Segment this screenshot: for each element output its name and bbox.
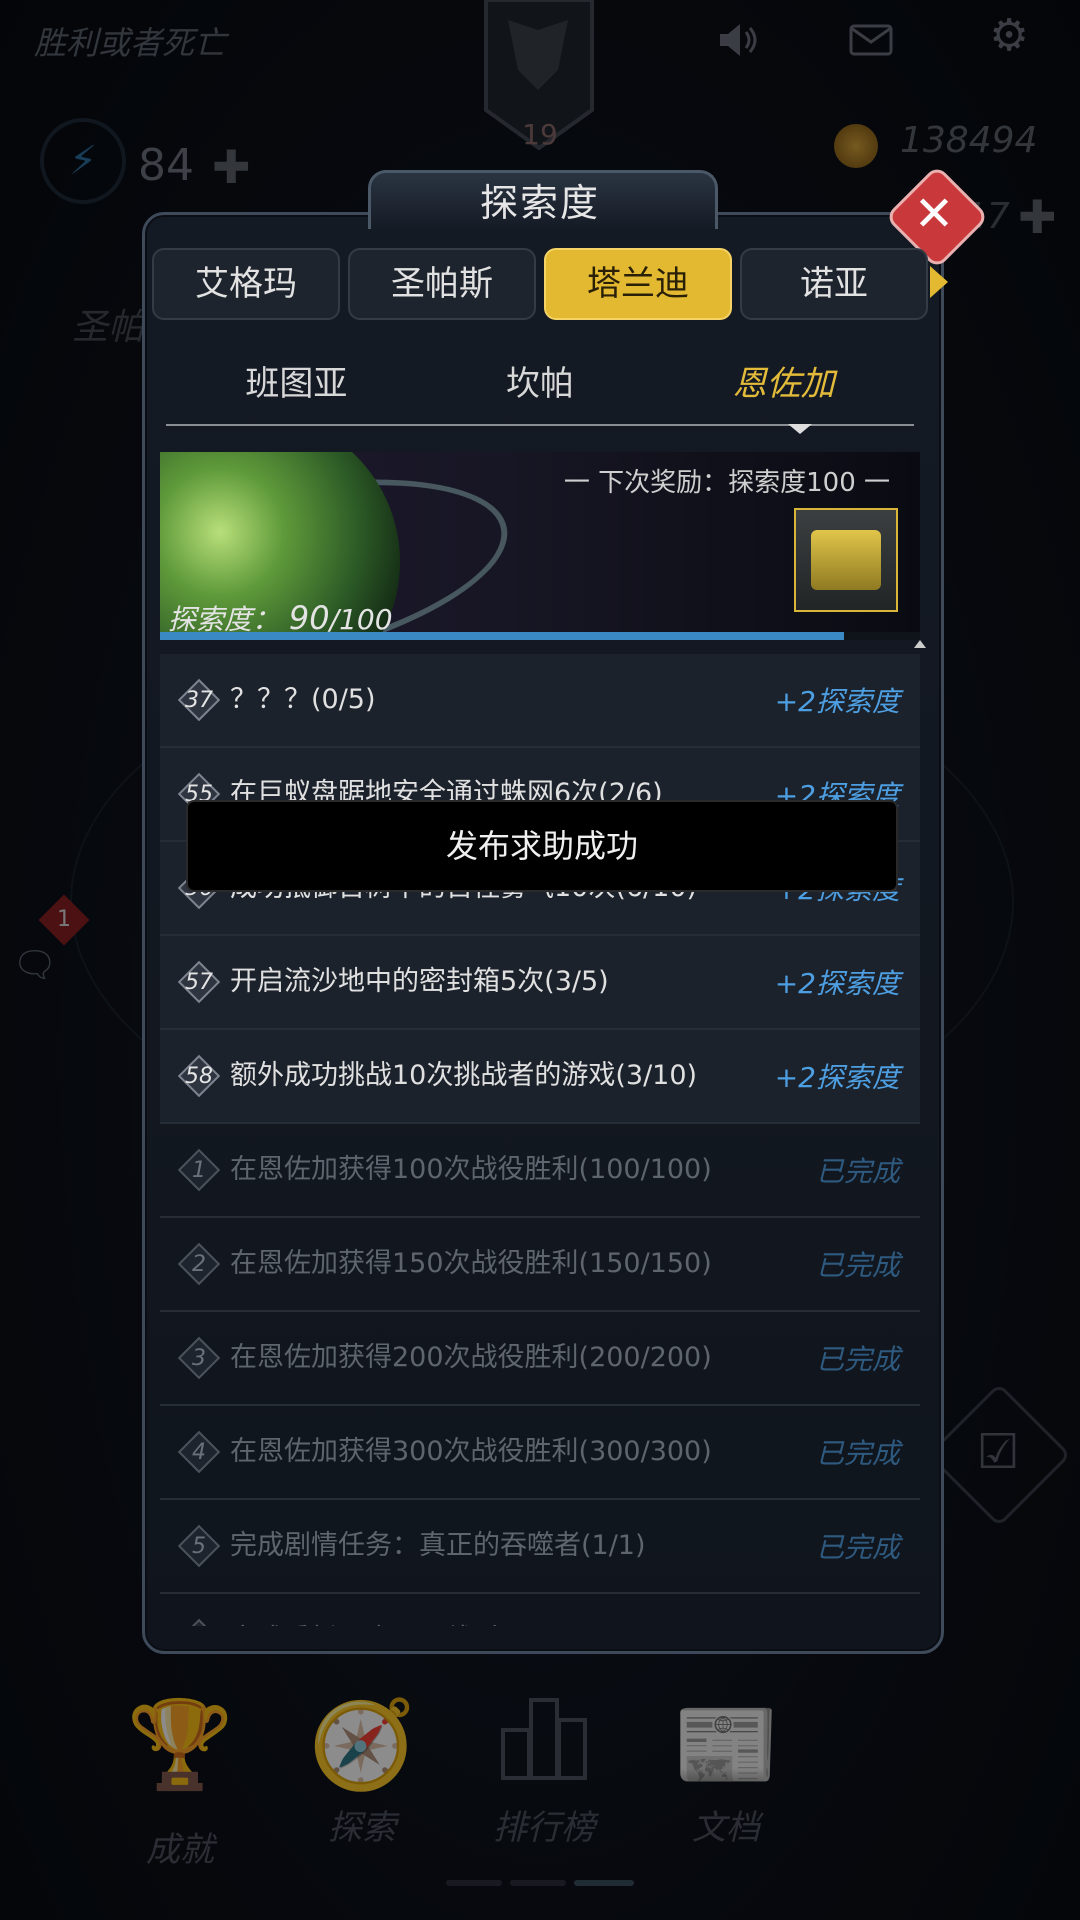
task-description: 开启流沙地中的密封箱5次(3/5) bbox=[230, 966, 609, 997]
tab-region-4[interactable]: 诺亚 bbox=[740, 248, 928, 320]
task-row[interactable]: 3 在恩佐加获得200次战役胜利(200/200) 已完成 bbox=[160, 1312, 920, 1406]
task-number-badge: 57 bbox=[174, 964, 224, 1000]
task-number-badge: 58 bbox=[174, 1058, 224, 1094]
task-number: 1 bbox=[192, 1157, 206, 1183]
task-row[interactable]: 5 完成剧情任务：真正的吞噬者(1/1) 已完成 bbox=[160, 1500, 920, 1594]
task-status: 已完成 bbox=[815, 1437, 900, 1470]
task-row[interactable]: 2 在恩佐加获得150次战役胜利(150/150) 已完成 bbox=[160, 1218, 920, 1312]
progress-end-marker bbox=[914, 640, 926, 648]
task-reward: +2探索度 bbox=[774, 967, 900, 1000]
task-number: 2 bbox=[192, 1251, 206, 1277]
area-subtabs: 班图亚 坎帕 恩佐加 bbox=[166, 356, 914, 405]
task-description: 完成剧情任务：真正的吞噬者(1/1) bbox=[230, 1530, 646, 1561]
subtab-area-2[interactable]: 坎帕 bbox=[506, 356, 574, 405]
panel-title: 探索度 bbox=[479, 181, 600, 225]
tab-region-1[interactable]: 艾格玛 bbox=[152, 248, 340, 320]
task-description: 在恩佐加获得150次战役胜利(150/150) bbox=[230, 1248, 712, 1279]
exploration-progress-fill bbox=[160, 632, 844, 640]
reward-chest[interactable] bbox=[794, 508, 898, 612]
exploration-banner: 一 下次奖励：探索度100 一 探索度： 90/100 bbox=[160, 452, 920, 638]
task-row[interactable]: 57 开启流沙地中的密封箱5次(3/5) +2探索度 bbox=[160, 936, 920, 1030]
region-tabs: 艾格玛 圣帕斯 塔兰迪 诺亚 bbox=[152, 248, 928, 320]
subtab-selected-caret bbox=[788, 424, 812, 434]
task-number-badge: 1 bbox=[174, 1152, 224, 1188]
toast-message: 发布求助成功 bbox=[186, 800, 898, 892]
task-number: 57 bbox=[185, 969, 213, 995]
subtab-area-1[interactable]: 班图亚 bbox=[245, 356, 347, 405]
task-description: 额外成功挑战10次挑战者的游戏(3/10) bbox=[230, 1060, 698, 1091]
task-status: 已完成 bbox=[815, 1343, 900, 1376]
subtab-area-3[interactable]: 恩佐加 bbox=[733, 356, 835, 405]
task-description: ？？？(0/5) bbox=[230, 684, 376, 715]
task-row[interactable]: 1 在恩佐加获得100次战役胜利(100/100) 已完成 bbox=[160, 1124, 920, 1218]
task-reward: +2探索度 bbox=[774, 685, 900, 718]
task-status: 已完成 bbox=[815, 1155, 900, 1188]
task-row[interactable]: 4 在恩佐加获得300次战役胜利(300/300) 已完成 bbox=[160, 1406, 920, 1500]
task-number-badge: 37 bbox=[174, 682, 224, 718]
tabs-next-arrow[interactable] bbox=[930, 266, 948, 298]
tab-region-2[interactable]: 圣帕斯 bbox=[348, 248, 536, 320]
task-reward: +2探索度 bbox=[774, 1061, 900, 1094]
task-description: 在恩佐加获得100次战役胜利(100/100) bbox=[230, 1154, 712, 1185]
task-number-badge: 2 bbox=[174, 1246, 224, 1282]
task-description: 在恩佐加获得200次战役胜利(200/200) bbox=[230, 1342, 712, 1373]
task-row[interactable]: 6完成委托：命悬一线时(1/1)已完成 bbox=[160, 1594, 920, 1626]
task-number-badge: 3 bbox=[174, 1340, 224, 1376]
task-number: 5 bbox=[192, 1533, 206, 1559]
next-reward-label: 一 下次奖励：探索度100 一 bbox=[563, 468, 890, 498]
task-number-badge: 5 bbox=[174, 1528, 224, 1564]
task-row[interactable]: 58 额外成功挑战10次挑战者的游戏(3/10) +2探索度 bbox=[160, 1030, 920, 1124]
task-number: 3 bbox=[192, 1345, 206, 1371]
task-number: 37 bbox=[185, 687, 213, 713]
task-number-badge: 4 bbox=[174, 1434, 224, 1470]
task-number: 58 bbox=[185, 1063, 213, 1089]
task-description: 完成委托：命悬一线时(1/1) bbox=[224, 1622, 750, 1626]
task-number: 4 bbox=[192, 1439, 206, 1465]
task-status: 已完成 bbox=[815, 1249, 900, 1282]
tab-region-3[interactable]: 塔兰迪 bbox=[544, 248, 732, 320]
task-row[interactable]: 37 ？？？(0/5) +2探索度 bbox=[160, 654, 920, 748]
task-number-badge: 6 bbox=[174, 1622, 224, 1626]
close-icon[interactable]: ✕ bbox=[900, 180, 968, 248]
chest-icon bbox=[811, 530, 881, 590]
task-description: 在恩佐加获得300次战役胜利(300/300) bbox=[230, 1436, 712, 1467]
task-status: 已完成 bbox=[815, 1531, 900, 1564]
task-status: 已完成 bbox=[750, 1620, 920, 1626]
